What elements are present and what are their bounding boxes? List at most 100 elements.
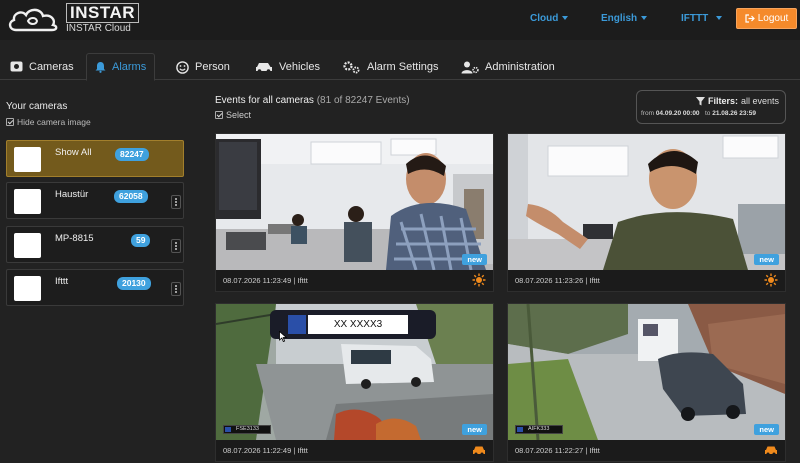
camera-name: Show All (55, 147, 92, 158)
camera-thumbnail (14, 147, 41, 172)
event-timestamp: 08.07.2026 11:23:26 | Ifttt (515, 276, 600, 285)
select-label: Select (226, 110, 252, 120)
new-badge: new (462, 424, 487, 435)
select-toggle[interactable]: Select (215, 110, 251, 120)
cloud-menu[interactable]: Cloud (530, 13, 569, 24)
camera-event-count: 59 (131, 234, 151, 247)
hide-camera-image-label: Hide camera image (17, 117, 91, 127)
camera-menu-button[interactable] (171, 195, 181, 209)
tab-alarms[interactable]: Alarms (86, 53, 156, 81)
event-timestamp: 08.07.2026 11:22:27 | Ifttt (515, 446, 600, 455)
brand-title: INSTAR (66, 3, 140, 23)
motion-alarm-icon (472, 273, 486, 287)
filters-to-value: 21.08.26 23:59 (712, 110, 756, 117)
hide-camera-image-toggle[interactable]: Hide camera image (6, 117, 91, 127)
tab-cameras[interactable]: Cameras (10, 54, 74, 80)
ifttt-menu-label: IFTTT (681, 13, 709, 24)
checkbox-icon (6, 118, 14, 126)
event-card[interactable]: XX XXXX3 FSE3133 new 08.07.2026 11:22:49… (215, 303, 494, 462)
event-snapshot[interactable] (216, 134, 493, 270)
tab-administration[interactable]: Administration (461, 54, 555, 80)
mini-plate-label: AIFK333 (515, 425, 563, 434)
event-card[interactable]: new 08.07.2026 11:23:49 | Ifttt (215, 133, 494, 292)
cloud-logo-icon (8, 8, 58, 32)
filters-value: all events (740, 96, 779, 106)
main-tabs: Cameras Alarms Person Vehicles Alarm Set… (0, 40, 800, 81)
tab-vehicles[interactable]: Vehicles (255, 54, 320, 80)
camera-item-ifttt[interactable]: Ifttt 20130 (6, 269, 184, 306)
bell-icon (95, 62, 106, 73)
camera-event-count: 82247 (115, 148, 149, 161)
language-menu[interactable]: English (601, 13, 648, 24)
car-icon (256, 63, 272, 73)
filters-to-label: to (704, 110, 711, 117)
camera-item-show-all[interactable]: Show All 82247 (6, 140, 184, 177)
tab-person[interactable]: Person (176, 54, 230, 80)
camera-name: MP-8815 (55, 233, 94, 244)
events-count: (81 of 82247 Events) (316, 95, 410, 106)
camera-icon (10, 61, 23, 72)
logout-button[interactable]: Logout (736, 8, 797, 29)
tab-alarm-settings[interactable]: Alarm Settings (342, 54, 439, 80)
event-timestamp: 08.07.2026 11:23:49 | Ifttt (223, 276, 308, 285)
filters-from-value: 04.09.20 00:00 (655, 110, 700, 117)
instar-logo[interactable]: INSTAR INSTAR Cloud (6, 2, 140, 36)
camera-menu-button[interactable] (171, 282, 181, 296)
filters-from-label: from (641, 110, 654, 117)
new-badge: new (462, 254, 487, 265)
new-badge: new (754, 424, 779, 435)
brand-subtitle: INSTAR Cloud (66, 23, 131, 34)
camera-thumbnail (14, 276, 41, 301)
camera-item-mp-8815[interactable]: MP-8815 59 (6, 226, 184, 263)
event-card[interactable]: AIFK333 new 08.07.2026 11:22:27 | Ifttt (507, 303, 786, 462)
tab-administration-label: Administration (485, 61, 555, 73)
camera-thumbnail (14, 233, 41, 258)
ifttt-menu[interactable]: IFTTT (681, 13, 723, 24)
tab-cameras-label: Cameras (29, 61, 74, 73)
smiley-icon (176, 60, 189, 74)
caret-down-icon (562, 16, 569, 21)
camera-thumbnail (14, 189, 41, 214)
event-timestamp: 08.07.2026 11:22:49 | Ifttt (223, 446, 308, 455)
camera-item-haustuer[interactable]: Haustür 62058 (6, 182, 184, 219)
new-badge: new (754, 254, 779, 265)
license-plate-text: XX XXXX3 (308, 315, 408, 334)
filters-summary: Filters: all events (695, 96, 779, 106)
camera-name: Ifttt (55, 276, 69, 287)
car-icon (473, 446, 485, 456)
eu-flag-icon (288, 315, 306, 334)
license-plate-overlay: XX XXXX3 (270, 310, 436, 339)
top-header: INSTAR INSTAR Cloud Cloud English IFTTT … (0, 0, 800, 40)
tab-alarm-settings-label: Alarm Settings (367, 61, 439, 73)
mouse-cursor-icon (279, 331, 287, 342)
filters-label: Filters: (707, 96, 738, 106)
car-icon (765, 446, 777, 456)
cloud-menu-label: Cloud (530, 13, 559, 24)
event-snapshot[interactable] (508, 304, 785, 440)
filter-icon (695, 96, 705, 105)
logout-label: Logout (757, 13, 789, 24)
tab-vehicles-label: Vehicles (279, 61, 320, 73)
mini-plate-label: FSE3133 (223, 425, 271, 434)
gears-icon (343, 60, 360, 73)
logout-icon (745, 14, 755, 23)
filters-date-range: from 04.09.20 00:00 to 21.08.26 23:59 (641, 110, 756, 117)
camera-event-count: 20130 (117, 277, 151, 290)
camera-event-count: 62058 (114, 190, 148, 203)
tab-person-label: Person (195, 61, 230, 73)
user-gear-icon (461, 61, 479, 73)
camera-menu-button[interactable] (171, 239, 181, 253)
language-menu-label: English (601, 13, 638, 24)
tab-alarms-label: Alarms (112, 61, 147, 73)
event-snapshot[interactable] (508, 134, 785, 270)
sidebar-title: Your cameras (6, 101, 68, 112)
events-title-text: Events for all cameras (215, 95, 314, 106)
events-title: Events for all cameras (81 of 82247 Even… (215, 95, 410, 106)
filters-panel[interactable]: Filters: all events from 04.09.20 00:00 … (636, 90, 786, 124)
checkbox-icon (215, 111, 223, 119)
camera-name: Haustür (55, 189, 89, 200)
event-card[interactable]: new 08.07.2026 11:23:26 | Ifttt (507, 133, 786, 292)
caret-down-icon (716, 16, 723, 21)
caret-down-icon (641, 16, 648, 21)
motion-alarm-icon (764, 273, 778, 287)
